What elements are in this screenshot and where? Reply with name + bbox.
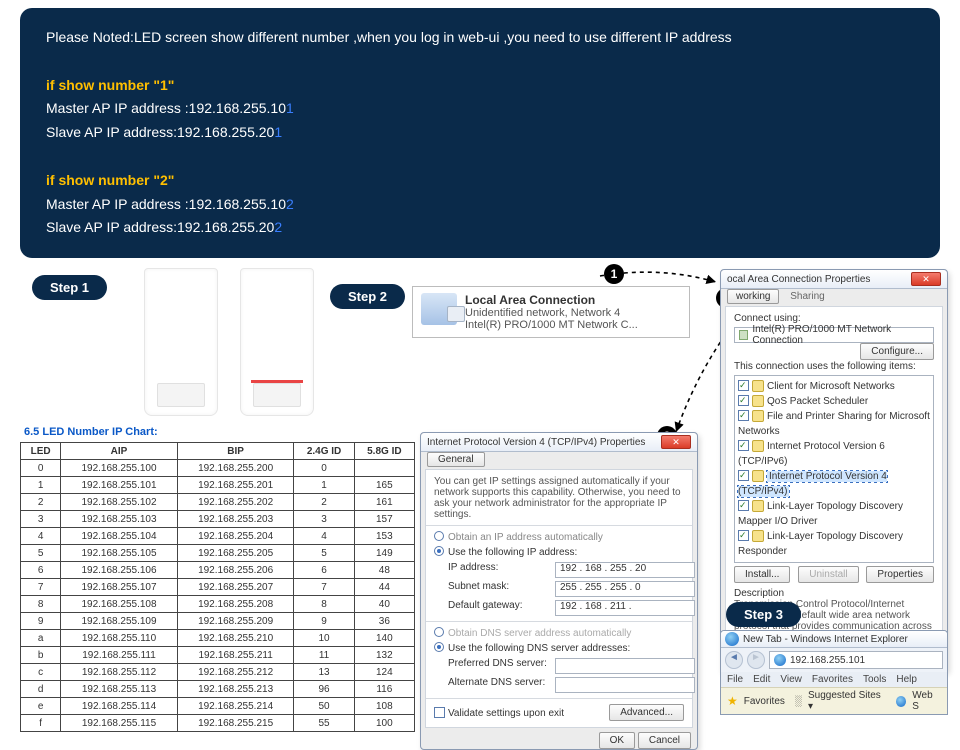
ie-icon	[896, 696, 907, 707]
properties-button[interactable]: Properties	[866, 566, 934, 583]
step1-badge: Step 1	[32, 275, 107, 300]
led-chart: 6.5 LED Number IP Chart: LEDAIPBIP2.4G I…	[20, 426, 415, 732]
close-icon[interactable]: ✕	[661, 435, 691, 449]
list-item[interactable]: Client for Microsoft Networks	[738, 379, 930, 394]
network-adapter-icon	[421, 293, 457, 325]
ip-address-input[interactable]: 192 . 168 . 255 . 20	[555, 562, 695, 578]
notice-intro: Please Noted:LED screen show different n…	[46, 26, 914, 50]
address-bar[interactable]: 192.168.255.101	[769, 651, 943, 669]
table-row: 5192.168.255.105192.168.255.2055149	[21, 545, 415, 562]
device-front	[144, 268, 218, 416]
configure-button[interactable]: Configure...	[860, 343, 934, 360]
tab-sharing[interactable]: Sharing	[782, 290, 832, 303]
table-row: c192.168.255.112192.168.255.21213124	[21, 664, 415, 681]
ie-icon	[725, 632, 739, 646]
led-table: LEDAIPBIP2.4G ID5.8G ID 0192.168.255.100…	[20, 442, 415, 732]
table-row: 9192.168.255.109192.168.255.209936	[21, 613, 415, 630]
table-row: 8192.168.255.108192.168.255.208840	[21, 596, 415, 613]
alternate-dns-input[interactable]	[555, 677, 695, 693]
list-item[interactable]: File and Printer Sharing for Microsoft N…	[738, 409, 930, 439]
adapter-icon	[739, 330, 748, 340]
device-photos	[144, 268, 314, 416]
radio-auto-dns	[434, 627, 444, 637]
show2-heading: if show number "2"	[46, 169, 914, 193]
gateway-input[interactable]: 192 . 168 . 211 .	[555, 600, 695, 616]
cancel-button[interactable]: Cancel	[638, 732, 691, 749]
ok-button[interactable]: OK	[599, 732, 635, 749]
subnet-mask-input[interactable]: 255 . 255 . 255 . 0	[555, 581, 695, 597]
notice-banner: Please Noted:LED screen show different n…	[20, 8, 940, 258]
radio-use-dns[interactable]	[434, 642, 444, 652]
star-icon[interactable]: ★	[727, 694, 738, 708]
items-list[interactable]: Client for Microsoft NetworksQoS Packet …	[734, 375, 934, 563]
ipv4-properties-window: Internet Protocol Version 4 (TCP/IPv4) P…	[420, 432, 698, 750]
table-row: 0192.168.255.100192.168.255.2000	[21, 460, 415, 477]
back-button[interactable]: ◄	[725, 651, 743, 669]
tab-networking[interactable]: working	[727, 289, 779, 304]
local-area-connection-card[interactable]: Local Area Connection Unidentified netwo…	[412, 286, 690, 338]
table-row: 2192.168.255.102192.168.255.2022161	[21, 494, 415, 511]
list-item[interactable]: QoS Packet Scheduler	[738, 394, 930, 409]
list-item[interactable]: Internet Protocol Version 4 (TCP/IPv4)	[738, 469, 930, 499]
page-icon	[774, 654, 786, 666]
radio-use-ip[interactable]	[434, 546, 444, 556]
table-row: e192.168.255.114192.168.255.21450108	[21, 698, 415, 715]
show1-heading: if show number "1"	[46, 74, 914, 98]
table-row: 3192.168.255.103192.168.255.2033157	[21, 511, 415, 528]
preferred-dns-input[interactable]	[555, 658, 695, 674]
table-row: d192.168.255.113192.168.255.21396116	[21, 681, 415, 698]
uninstall-button: Uninstall	[798, 566, 858, 583]
radio-auto-ip[interactable]	[434, 531, 444, 541]
table-row: 4192.168.255.104192.168.255.2044153	[21, 528, 415, 545]
table-row: b192.168.255.111192.168.255.21111132	[21, 647, 415, 664]
led-chart-title: 6.5 LED Number IP Chart:	[24, 426, 415, 438]
advanced-button[interactable]: Advanced...	[609, 704, 684, 721]
device-back	[240, 268, 314, 416]
menu-bar[interactable]: FileEditViewFavoritesToolsHelp	[721, 672, 947, 687]
list-item[interactable]: Link-Layer Topology Discovery Mapper I/O…	[738, 499, 930, 529]
table-row: 6192.168.255.106192.168.255.206648	[21, 562, 415, 579]
ie-window: New Tab - Windows Internet Explorer ◄ ► …	[720, 630, 948, 715]
table-row: 7192.168.255.107192.168.255.207744	[21, 579, 415, 596]
callout-1: 1	[604, 264, 624, 284]
table-row: a192.168.255.110192.168.255.21010140	[21, 630, 415, 647]
list-item[interactable]: Internet Protocol Version 6 (TCP/IPv6)	[738, 439, 930, 469]
table-row: 1192.168.255.101192.168.255.2011165	[21, 477, 415, 494]
tab-general[interactable]: General	[427, 452, 485, 467]
close-icon[interactable]: ✕	[911, 272, 941, 286]
step2-badge: Step 2	[330, 284, 405, 309]
validate-checkbox[interactable]	[434, 707, 445, 718]
install-button[interactable]: Install...	[734, 566, 790, 583]
list-item[interactable]: Link-Layer Topology Discovery Responder	[738, 529, 930, 559]
forward-button: ►	[747, 651, 765, 669]
step3-badge: Step 3	[726, 602, 801, 627]
table-row: f192.168.255.115192.168.255.21555100	[21, 715, 415, 732]
